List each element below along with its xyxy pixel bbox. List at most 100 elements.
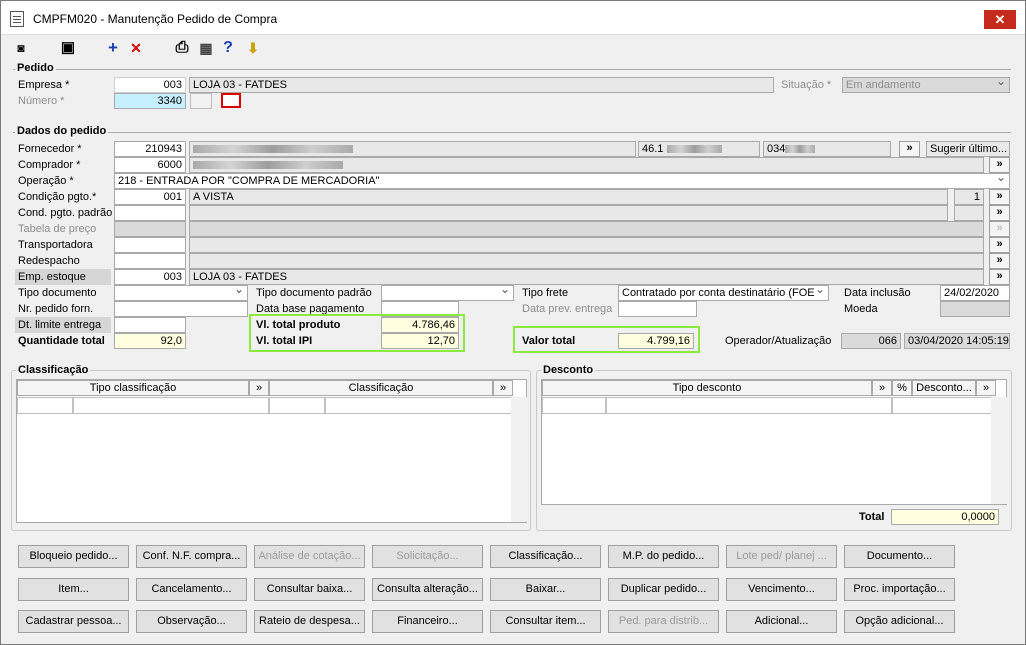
action-button-conf-n-f-compra[interactable]: Conf. N.F. compra... [136,545,247,568]
action-button-op-o-adicional[interactable]: Opção adicional... [844,610,955,633]
condicao-more-button[interactable]: » [989,189,1010,205]
tipo-doc-select[interactable] [114,285,248,301]
fornecedor-label: Fornecedor * [18,143,82,155]
add-icon[interactable]: + [103,38,123,58]
cond-padrao-more-button[interactable]: » [989,205,1010,221]
redespacho-label: Redespacho [18,255,80,267]
table-cell[interactable] [73,397,269,414]
empresa-code-field[interactable]: 003 [114,77,186,93]
transportadora-more-button[interactable]: » [989,237,1010,253]
action-button-consulta-altera-o[interactable]: Consulta alteração... [372,578,483,601]
dt-limite-field[interactable] [114,317,186,333]
percent-header[interactable]: % [892,380,912,396]
sugerir-ultimo-button[interactable]: Sugerir último... [926,141,1010,157]
action-button-vencimento[interactable]: Vencimento... [726,578,837,601]
nr-pedido-field[interactable] [114,301,248,317]
title-bar: CMPFM020 - Manutenção Pedido de Compra ✕ [1,1,1025,35]
data-inclusao-field[interactable]: 24/02/2020 [940,285,1010,301]
action-button-cancelamento[interactable]: Cancelamento... [136,578,247,601]
situacao-select[interactable]: Em andamento [842,77,1010,93]
action-button-adicional[interactable]: Adicional... [726,610,837,633]
vl-produto-field: 4.786,46 [381,317,459,333]
table-cell[interactable] [269,397,325,414]
emp-estoque-more-button[interactable]: » [989,269,1010,285]
action-button-bloqueio-pedido[interactable]: Bloqueio pedido... [18,545,129,568]
emp-estoque-label: Emp. estoque [15,269,111,285]
tipo-desconto-more-button[interactable]: » [872,380,892,396]
action-button-proc-importa-o[interactable]: Proc. importação... [844,578,955,601]
operacao-select[interactable]: 218 - ENTRADA POR "COMPRA DE MERCADORIA" [114,173,1010,189]
fornecedor-cnpj-text: 46.1 [642,143,664,155]
desconto-more-button[interactable]: » [976,380,996,396]
action-button-m-p-do-pedido[interactable]: M.P. do pedido... [608,545,719,568]
print-icon[interactable]: ⎙ [172,38,192,58]
action-button-baixar[interactable]: Baixar... [490,578,601,601]
tipo-doc-padrao-select[interactable] [381,285,514,301]
fornecedor-code-field[interactable]: 210943 [114,141,186,157]
empresa-label: Empresa * [18,79,70,91]
save-icon[interactable]: ▣ [58,38,78,58]
condicao-parcelas-field: 1 [954,189,984,205]
action-button-observa-o[interactable]: Observação... [136,610,247,633]
classificacao-more-button[interactable]: » [493,380,513,396]
vl-ipi-label: Vl. total IPI [256,335,313,347]
action-button-item[interactable]: Item... [18,578,129,601]
emp-estoque-code-field[interactable]: 003 [114,269,186,285]
comprador-code-field[interactable]: 6000 [114,157,186,173]
action-button-documento[interactable]: Documento... [844,545,955,568]
close-button[interactable]: ✕ [984,10,1016,29]
action-button-consultar-baixa[interactable]: Consultar baixa... [254,578,365,601]
table-cell[interactable] [542,397,606,414]
exit-icon[interactable]: ⬇ [243,38,263,58]
classificacao-scrollbar[interactable] [511,397,527,522]
quantidade-label: Quantidade total [18,335,105,347]
redespacho-code-field[interactable] [114,253,186,269]
condicao-code-field[interactable]: 001 [114,189,186,205]
valor-total-field: 4.799,16 [618,333,694,349]
action-button-duplicar-pedido[interactable]: Duplicar pedido... [608,578,719,601]
table-cell[interactable] [325,397,513,414]
classificacao-grid[interactable]: Tipo classificação » Classificação » [16,379,527,523]
fornecedor-more-button[interactable]: » [899,141,920,157]
table-cell[interactable] [606,397,892,414]
tipo-desconto-header[interactable]: Tipo desconto [542,380,872,396]
table-cell[interactable] [17,397,73,414]
tipo-classificacao-header[interactable]: Tipo classificação [17,380,249,396]
action-button-financeiro[interactable]: Financeiro... [372,610,483,633]
desconto-total-field: 0,0000 [891,509,999,525]
back-icon[interactable]: ◙ [11,38,31,58]
numero-field[interactable]: 3340 [114,93,186,109]
action-button-consultar-item[interactable]: Consultar item... [490,610,601,633]
emp-estoque-name-field: LOJA 03 - FATDES [189,269,984,285]
help-icon[interactable]: ? [218,38,238,58]
action-button-cadastrar-pessoa[interactable]: Cadastrar pessoa... [18,610,129,633]
tabela-more-button: » [989,221,1010,237]
classificacao-title: Classificação [16,364,91,376]
calendar-icon[interactable] [221,93,241,108]
redespacho-more-button[interactable]: » [989,253,1010,269]
fornecedor-name-field [189,141,636,157]
action-button-rateio-de-despesa[interactable]: Rateio de despesa... [254,610,365,633]
comprador-more-button[interactable]: » [989,157,1010,173]
tipo-classificacao-more-button[interactable]: » [249,380,269,396]
desconto-grid[interactable]: Tipo desconto » % Desconto... » [541,379,1007,505]
fornecedor-extra-text: 034 [767,143,786,155]
delete-icon[interactable]: ✕ [126,38,146,58]
calculator-icon[interactable]: ▦ [196,38,216,58]
edit-icon[interactable] [190,93,212,109]
tipo-frete-select[interactable]: Contratado por conta destinatário (FOE [618,285,829,301]
table-cell[interactable] [892,397,996,414]
numero-label: Número * [18,95,65,107]
data-prev-field[interactable] [618,301,697,317]
desconto-scrollbar[interactable] [991,397,1007,504]
nr-pedido-label: Nr. pedido forn. [18,303,94,315]
desconto-value-header[interactable]: Desconto... [912,380,976,396]
moeda-field [940,301,1010,317]
vl-produto-label: Vl. total produto [256,319,341,331]
transportadora-code-field[interactable] [114,237,186,253]
action-button-lote-ped-planej: Lote ped/ planej ... [726,545,837,568]
action-button-classifica-o[interactable]: Classificação... [490,545,601,568]
action-button-ped-para-distrib: Ped. para distrib... [608,610,719,633]
classificacao-header[interactable]: Classificação [269,380,493,396]
cond-padrao-code-field[interactable] [114,205,186,221]
